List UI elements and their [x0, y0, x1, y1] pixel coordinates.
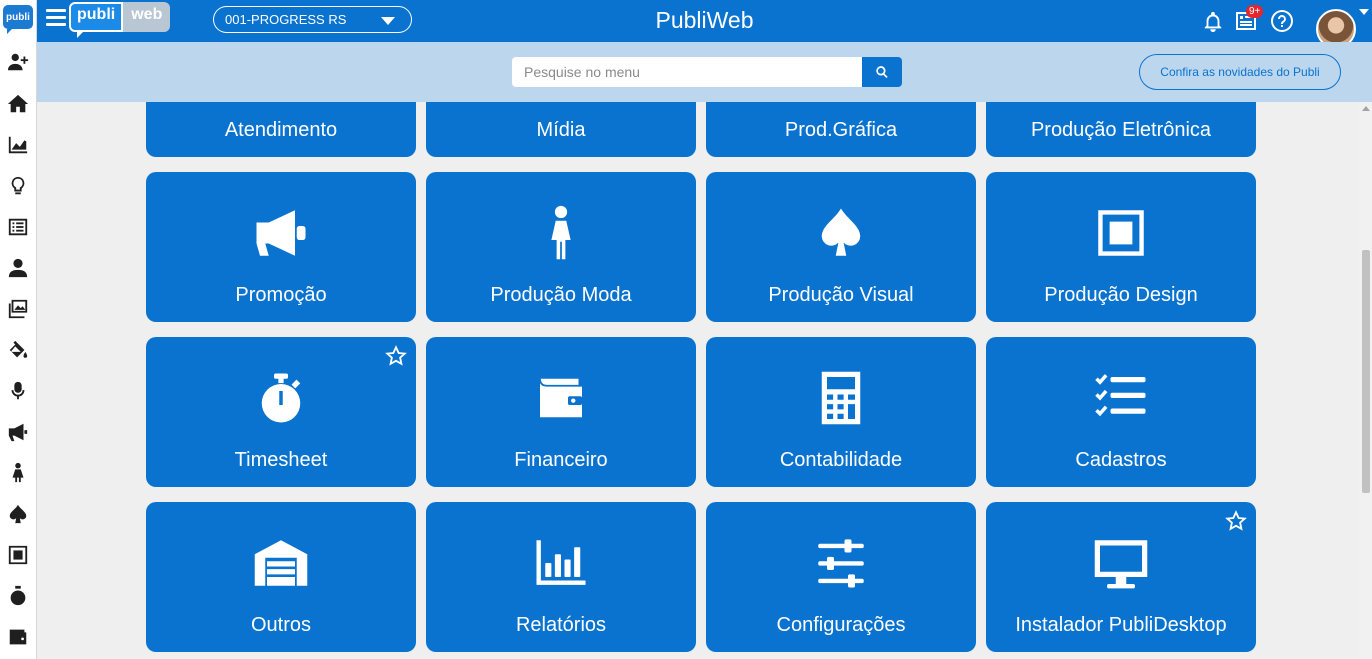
module-card[interactable]: Produção Design	[986, 172, 1256, 322]
module-card[interactable]: Mídia	[426, 102, 696, 157]
module-card-label: Instalador PubliDesktop	[1015, 614, 1227, 636]
search-input[interactable]	[512, 57, 864, 87]
warehouse-icon	[251, 535, 311, 591]
module-card-label: Mídia	[536, 119, 586, 141]
images-icon[interactable]	[4, 295, 32, 323]
female-icon	[531, 205, 591, 261]
module-card-label: Produção Visual	[768, 284, 914, 306]
search-band: Confira as novidades do Publi	[37, 42, 1372, 102]
module-card[interactable]: Configurações	[706, 502, 976, 652]
brand-logo[interactable]: publi web	[69, 2, 171, 38]
module-card-label: Produção Moda	[490, 284, 632, 306]
square-icon	[1091, 205, 1151, 261]
left-sidebar: publi	[0, 0, 37, 659]
module-card-label: Financeiro	[514, 449, 608, 471]
spade-icon[interactable]	[4, 500, 32, 528]
notifications-badge: 9+	[1246, 5, 1264, 18]
person-icon[interactable]	[4, 254, 32, 282]
module-card-label: Produção Eletrônica	[1030, 119, 1212, 141]
calculator-icon	[811, 370, 871, 426]
list-icon[interactable]	[4, 213, 32, 241]
module-card-label: Contabilidade	[779, 449, 903, 471]
desktop-icon	[1091, 535, 1151, 591]
hamburger-menu-icon[interactable]	[46, 9, 66, 27]
add-user-icon[interactable]	[4, 48, 32, 76]
module-card[interactable]: Produção Visual	[706, 172, 976, 322]
favorite-star-icon[interactable]	[385, 345, 407, 367]
spade-icon	[811, 205, 871, 261]
favorite-star-icon[interactable]	[1225, 510, 1247, 532]
paint-bucket-icon[interactable]	[4, 336, 32, 364]
module-card-label: Prod.Gráfica	[784, 119, 898, 141]
publi-logo[interactable]: publi	[3, 5, 33, 34]
module-card[interactable]: Cadastros	[986, 337, 1256, 487]
module-card[interactable]: Relatórios	[426, 502, 696, 652]
module-card[interactable]: Atendimento	[146, 102, 416, 157]
avatar-chevron-down-icon[interactable]	[1359, 9, 1369, 15]
lightbulb-icon[interactable]	[4, 172, 32, 200]
module-card[interactable]: Instalador PubliDesktop	[986, 502, 1256, 652]
module-card[interactable]: Financeiro	[426, 337, 696, 487]
module-card[interactable]: Contabilidade	[706, 337, 976, 487]
bell-icon[interactable]	[1202, 9, 1224, 38]
company-selector[interactable]: 001-PROGRESS RS	[213, 6, 412, 33]
module-card-label: Outros	[250, 614, 312, 636]
megaphone-icon	[251, 205, 311, 261]
chart-icon[interactable]	[4, 131, 32, 159]
tasks-icon	[1091, 370, 1151, 426]
search-icon	[876, 66, 888, 79]
scrollbar-thumb[interactable]	[1362, 250, 1370, 493]
chevron-down-icon	[381, 17, 395, 25]
header-icons: 9+	[1202, 0, 1372, 49]
square-icon[interactable]	[4, 541, 32, 569]
module-card[interactable]: Produção Moda	[426, 172, 696, 322]
megaphone-icon[interactable]	[4, 418, 32, 446]
module-card[interactable]: Prod.Gráfica	[706, 102, 976, 157]
wallet-icon[interactable]	[4, 623, 32, 651]
module-grid: Atendimento Mídia Prod.Gráfica Produção Ele…	[146, 102, 1256, 659]
company-selector-label: 001-PROGRESS RS	[225, 12, 347, 27]
female-icon[interactable]	[4, 459, 32, 487]
help-icon[interactable]	[1270, 9, 1294, 38]
home-icon[interactable]	[4, 90, 32, 118]
module-card-label: Atendimento	[224, 119, 338, 141]
top-bar: publi web 001-PROGRESS RS PubliWeb 9+	[37, 0, 1372, 49]
module-card-label: Timesheet	[234, 449, 328, 471]
module-card[interactable]: Produção Eletrônica	[986, 102, 1256, 157]
news-icon[interactable]: 9+	[1234, 5, 1264, 38]
news-button[interactable]: Confira as novidades do Publi	[1139, 54, 1341, 90]
module-card-label: Relatórios	[515, 614, 607, 636]
sliders-icon	[811, 535, 871, 591]
microphone-icon[interactable]	[4, 377, 32, 405]
search-button[interactable]	[862, 57, 902, 87]
stopwatch-icon	[251, 370, 311, 426]
scroll-up-arrow[interactable]	[1362, 106, 1370, 111]
scrollbar[interactable]	[1359, 102, 1372, 659]
module-card[interactable]: Promoção	[146, 172, 416, 322]
brand-part2: web	[123, 2, 171, 32]
wallet-icon	[531, 370, 591, 426]
module-card-label: Cadastros	[1075, 449, 1167, 471]
stopwatch-icon[interactable]	[4, 582, 32, 610]
module-card-label: Configurações	[776, 614, 906, 636]
module-card[interactable]: Timesheet	[146, 337, 416, 487]
module-card[interactable]: Outros	[146, 502, 416, 652]
bar-chart-icon	[531, 535, 591, 591]
module-card-label: Produção Design	[1044, 284, 1198, 306]
brand-part1: publi	[69, 2, 124, 38]
module-card-label: Promoção	[235, 284, 327, 306]
